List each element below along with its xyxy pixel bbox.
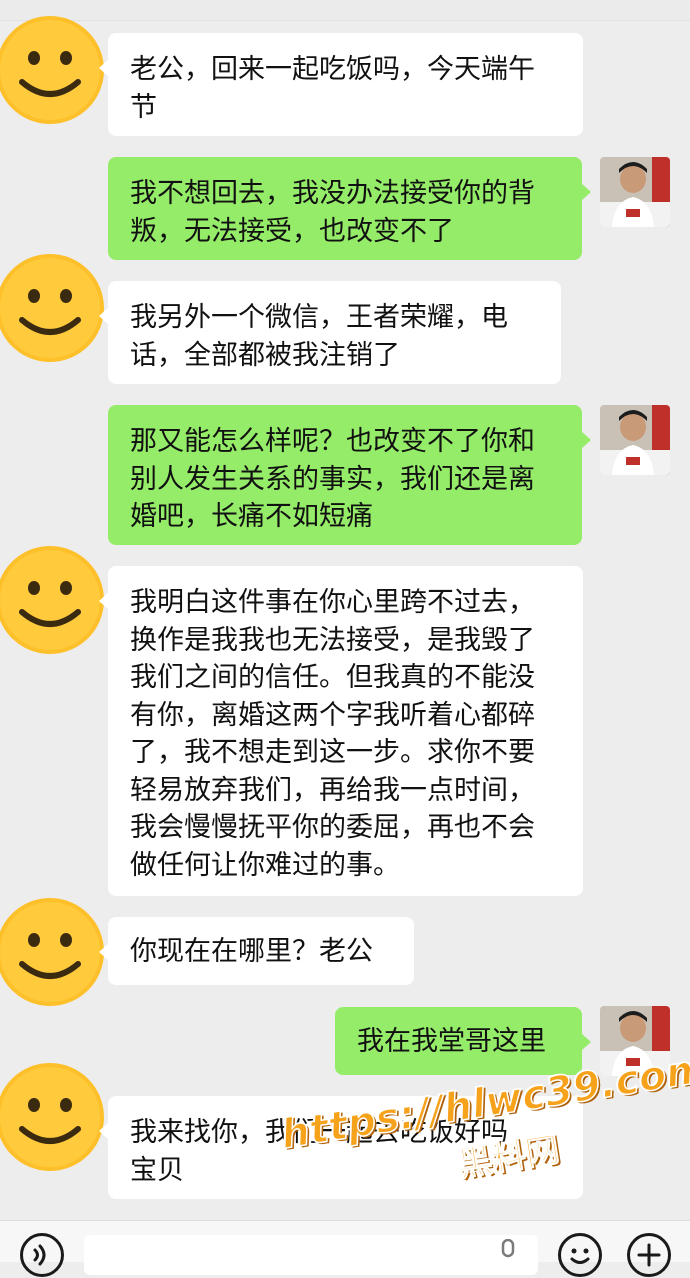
incoming-message-bubble[interactable]: 我来找你，我们一起去吃饭好吗 宝贝 xyxy=(99,1096,583,1199)
incoming-message-bubble[interactable]: 我另外一个微信，王者荣耀，电 话，全部都被我注销了 xyxy=(99,281,561,384)
voice-icon[interactable] xyxy=(20,1233,64,1277)
incoming-message-bubble[interactable]: 老公，回来一起吃饭吗，今天端午 节 xyxy=(99,33,583,136)
message-text: 我在我堂哥这里 xyxy=(357,1026,546,1057)
mic-icon[interactable] xyxy=(498,1238,518,1265)
contact-avatar-smiley-icon[interactable] xyxy=(0,1063,104,1171)
contact-avatar-smiley-icon[interactable] xyxy=(0,16,104,124)
chat-input-bar xyxy=(0,1220,690,1277)
outgoing-message-bubble[interactable]: 我在我堂哥这里 xyxy=(335,1007,591,1075)
contact-avatar-smiley-icon[interactable] xyxy=(0,898,104,1006)
plus-icon[interactable] xyxy=(627,1233,671,1277)
user-photo-avatar[interactable] xyxy=(600,405,670,475)
message-text: 老公，回来一起吃饭吗，今天端午 节 xyxy=(130,54,535,123)
message-text: 我来找你，我们一起去吃饭好吗 宝贝 xyxy=(130,1117,508,1186)
contact-avatar-smiley-icon[interactable] xyxy=(0,254,104,362)
message-text: 那又能怎么样呢？也改变不了你和 别人发生关系的事实，我们还是离 婚吧，长痛不如短… xyxy=(130,426,535,532)
user-photo-avatar[interactable] xyxy=(600,1006,670,1076)
message-text: 我另外一个微信，王者荣耀，电 话，全部都被我注销了 xyxy=(130,302,508,371)
outgoing-message-bubble[interactable]: 那又能怎么样呢？也改变不了你和 别人发生关系的事实，我们还是离 婚吧，长痛不如短… xyxy=(108,405,591,545)
emoji-icon[interactable] xyxy=(558,1233,602,1277)
message-text: 我不想回去，我没办法接受你的背 叛，无法接受，也改变不了 xyxy=(130,178,535,247)
incoming-message-bubble[interactable]: 我明白这件事在你心里跨不过去， 换作是我我也无法接受，是我毁了 我们之间的信任。… xyxy=(99,566,583,896)
message-text: 我明白这件事在你心里跨不过去， 换作是我我也无法接受，是我毁了 我们之间的信任。… xyxy=(130,587,535,881)
contact-avatar-smiley-icon[interactable] xyxy=(0,546,104,654)
message-input[interactable] xyxy=(84,1235,538,1275)
incoming-message-bubble[interactable]: 你现在在哪里？老公 xyxy=(99,917,414,985)
user-photo-avatar[interactable] xyxy=(600,157,670,227)
message-text: 你现在在哪里？老公 xyxy=(130,936,373,967)
outgoing-message-bubble[interactable]: 我不想回去，我没办法接受你的背 叛，无法接受，也改变不了 xyxy=(108,157,591,260)
